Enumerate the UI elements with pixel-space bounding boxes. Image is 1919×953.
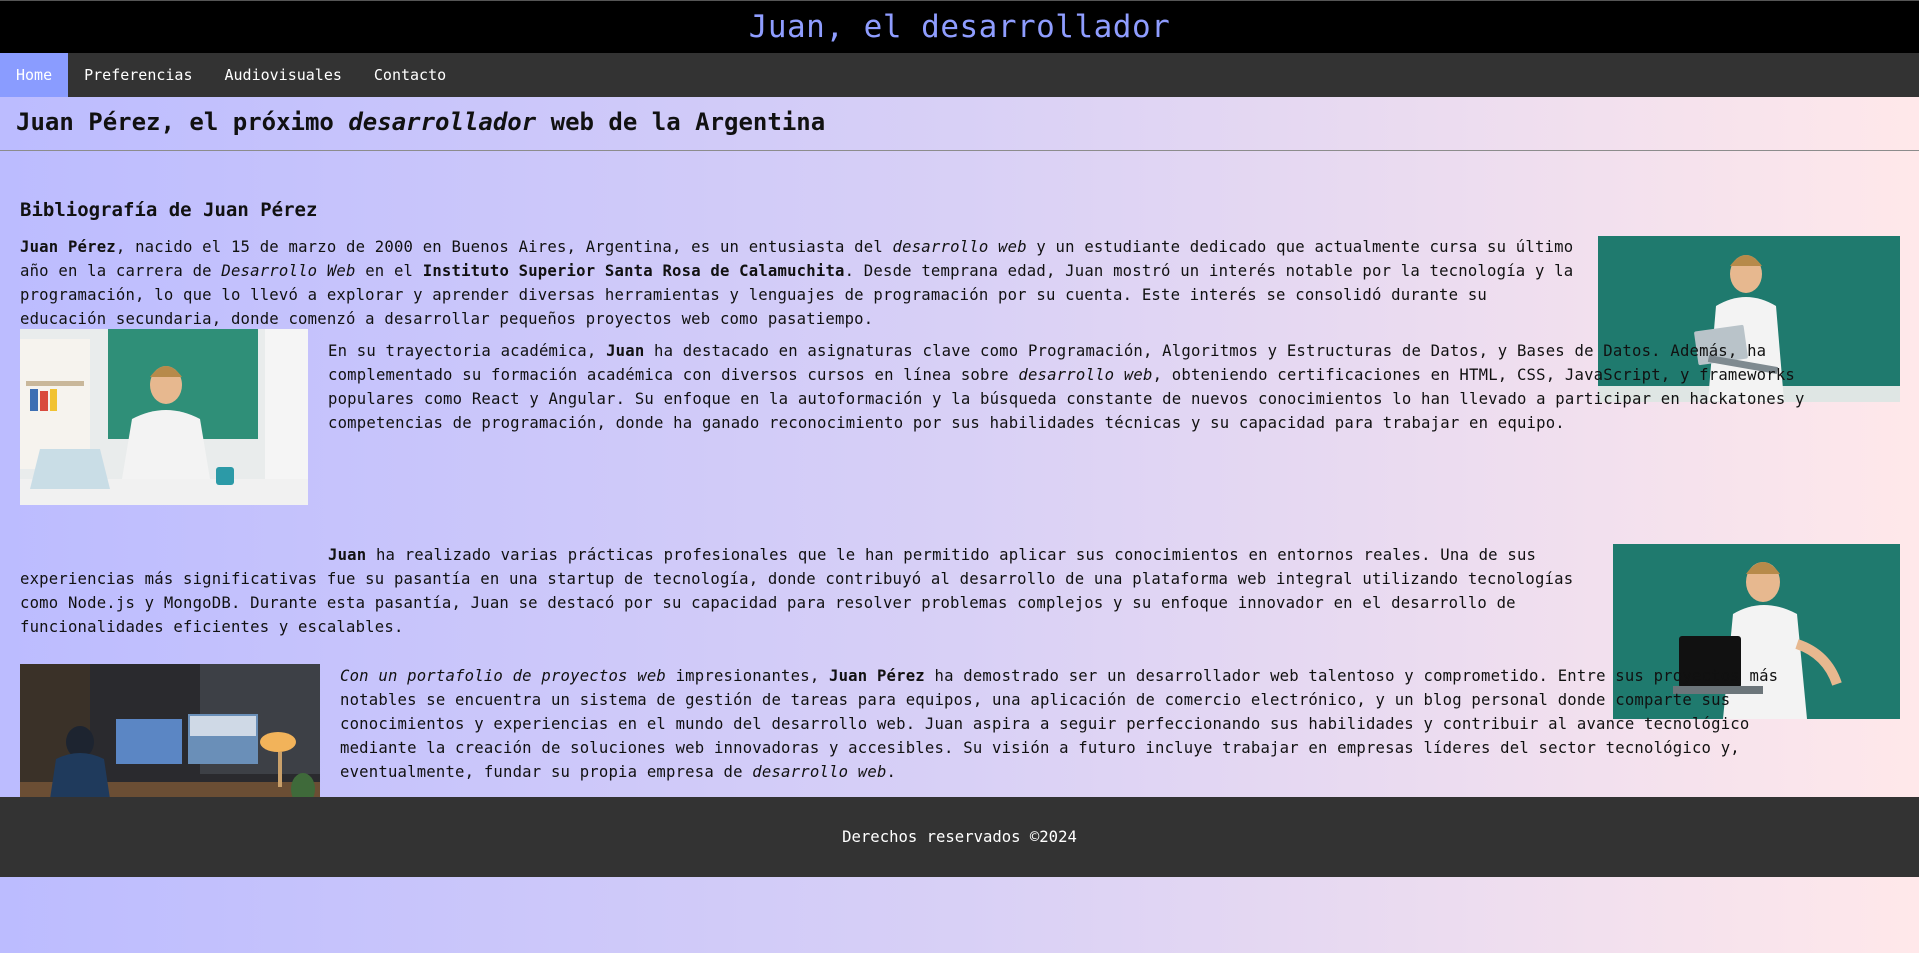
headline-text-start: Juan Pérez, el próximo (16, 108, 349, 136)
bio-paragraph-1: Juan Pérez, nacido el 15 de marzo de 200… (20, 235, 1580, 331)
headline-emphasis: desarrollador (348, 108, 537, 136)
main-nav: Home Preferencias Audiovisuales Contacto (0, 53, 1919, 97)
nav-item-preferencias[interactable]: Preferencias (68, 53, 208, 97)
section-title: Bibliografía de Juan Pérez (20, 199, 318, 221)
site-header: Juan, el desarrollador (0, 0, 1919, 53)
bio-paragraph-3: Juan ha realizado varias prácticas profe… (20, 543, 1600, 639)
nav-item-home[interactable]: Home (0, 53, 69, 97)
p3-text: ha realizado varias prácticas profesiona… (20, 546, 1574, 636)
bio-paragraph-2: En su trayectoria académica, Juan ha des… (328, 339, 1838, 435)
nav-item-contacto[interactable]: Contacto (358, 53, 462, 97)
p4-emphasis-2: desarrollo web (752, 763, 887, 781)
page-headline: Juan Pérez, el próximo desarrollador web… (0, 97, 1919, 151)
p4-emphasis-1: Con un portafolio de proyectos web (340, 667, 666, 685)
p4-text-1: impresionantes, (666, 667, 829, 685)
bio-content: Bibliografía de Juan Pérez Juan Pérez, n… (0, 151, 1919, 832)
footer-copyright: Derechos reservados ©2024 (842, 828, 1077, 846)
site-title: Juan, el desarrollador (748, 9, 1171, 45)
p2-emphasis: desarrollo web (1018, 366, 1153, 384)
p1-emphasis-2: Desarrollo Web (221, 262, 356, 280)
p4-text-3: . (886, 763, 897, 781)
photo-juan-desk (20, 329, 308, 505)
site-footer: Derechos reservados ©2024 (0, 797, 1919, 877)
p2-text-1: En su trayectoria académica, (328, 342, 607, 360)
institute-name: Instituto Superior Santa Rosa de Calamuc… (422, 262, 845, 280)
p1-emphasis-1: desarrollo web (892, 238, 1027, 256)
p1-text-3: en el (355, 262, 423, 280)
bio-paragraph-4: Con un portafolio de proyectos web impre… (340, 664, 1820, 784)
p1-text-1: , nacido el 15 de marzo de 2000 en Bueno… (115, 238, 893, 256)
juan-name: Juan (328, 546, 367, 564)
headline-text-end: web de la Argentina (536, 108, 826, 136)
nav-item-audiovisuales[interactable]: Audiovisuales (209, 53, 358, 97)
juan-perez-name: Juan Pérez (20, 238, 116, 256)
juan-name: Juan (606, 342, 645, 360)
juan-perez-name: Juan Pérez (829, 667, 925, 685)
